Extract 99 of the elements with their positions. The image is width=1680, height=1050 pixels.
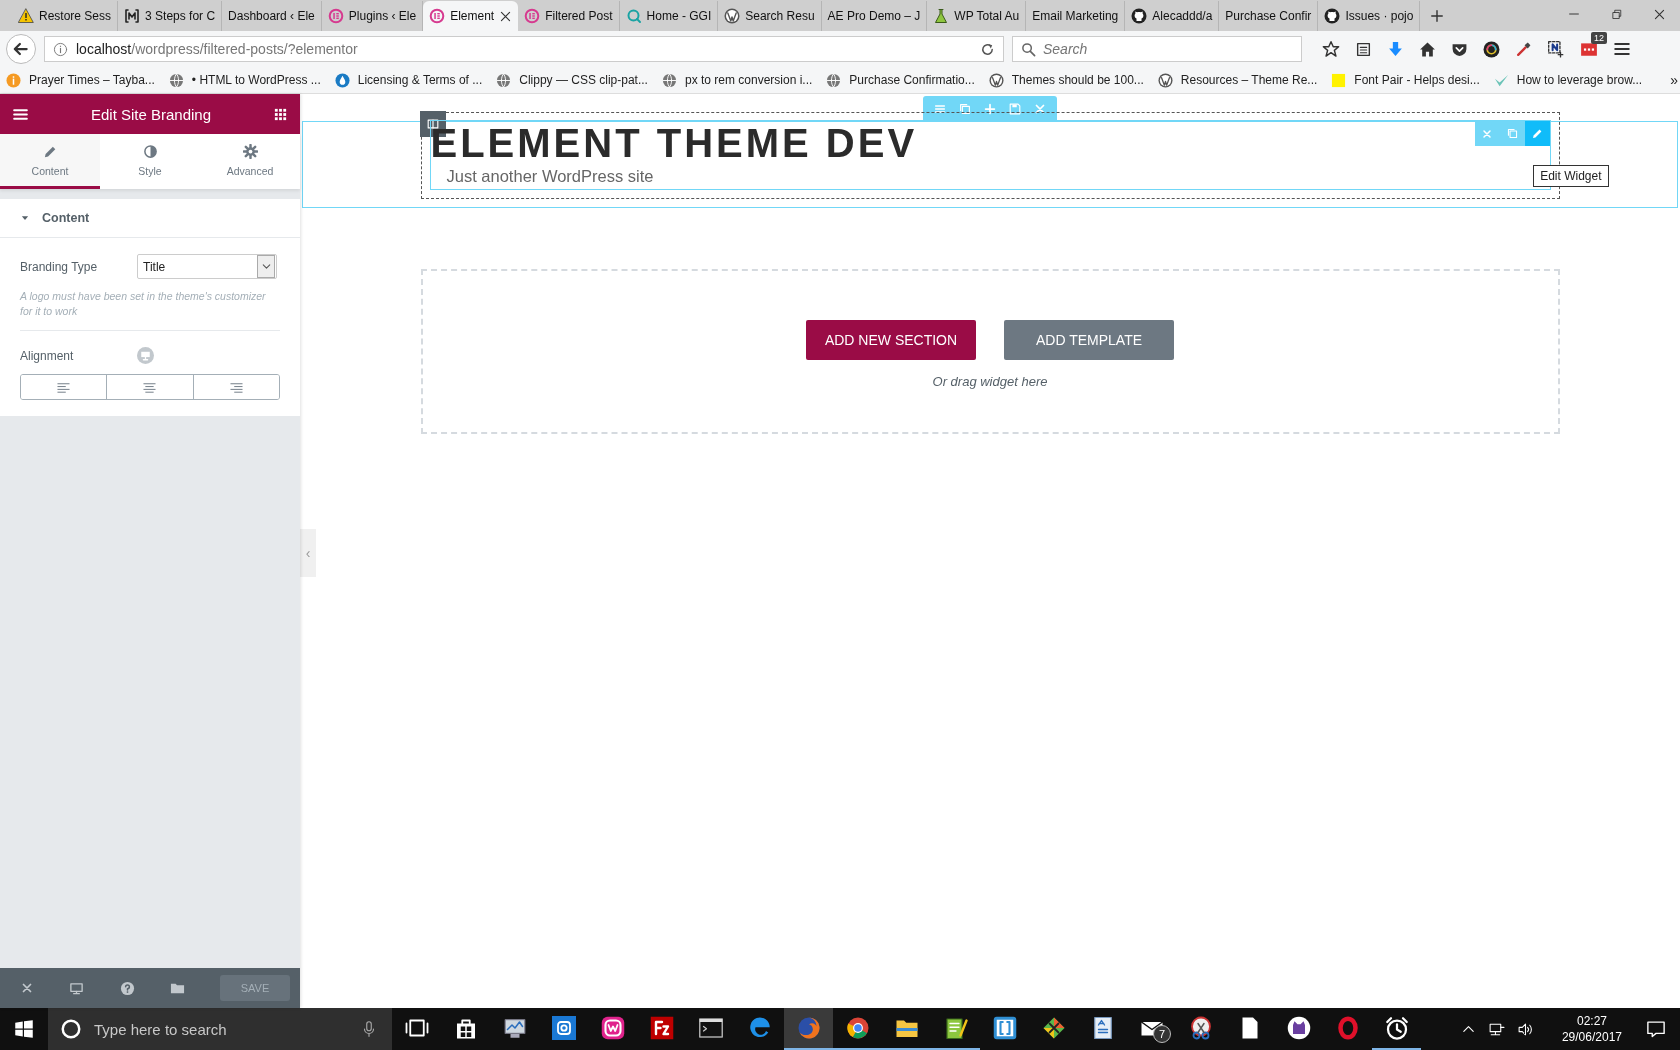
field-label: Alignment [20, 348, 75, 363]
home-icon[interactable] [1419, 40, 1436, 58]
taskbar-app[interactable]: 7 [1127, 1008, 1176, 1050]
list-icon[interactable] [1355, 40, 1372, 58]
drop-icon [334, 72, 350, 88]
fox-globe-icon [796, 1016, 821, 1040]
bracket-square-icon [992, 1016, 1017, 1040]
circle-logo-icon [724, 8, 741, 24]
help-text: A logo must have been set in the theme's customizer for it to work [20, 289, 267, 319]
diamond-icon [1041, 1016, 1066, 1040]
close-icon[interactable] [499, 9, 513, 23]
round-logo-icon [524, 8, 541, 24]
square-icon [1331, 72, 1347, 88]
chrome-logo-icon [845, 1016, 870, 1040]
branding-type-select[interactable]: Title [137, 254, 277, 279]
panel-title: Edit Site Branding [89, 105, 213, 123]
bookmark[interactable]: • HTML to WordPress ... [168, 72, 321, 88]
cat-face-icon [1286, 1016, 1311, 1040]
browser-tab[interactable]: Element [423, 1, 519, 31]
alarm-clock-icon [1384, 1016, 1409, 1040]
panel-tab[interactable]: Advanced [200, 134, 300, 189]
notepad-icon [943, 1016, 968, 1040]
taskbar-search-field[interactable]: Type here to search [48, 1008, 392, 1050]
color-wheel-icon[interactable] [1483, 40, 1500, 58]
field-label: Branding Type [20, 259, 99, 274]
cat-logo-icon [1324, 8, 1341, 24]
cat-logo-icon [1131, 8, 1148, 24]
count-badge: 7 [1153, 1025, 1171, 1043]
extension-icon[interactable] [1580, 40, 1598, 58]
star-icon[interactable] [1322, 40, 1340, 58]
monitor-app-icon [502, 1016, 527, 1040]
back-button[interactable] [6, 34, 36, 64]
clock[interactable]: 02:27 29/06/2017 [1547, 1014, 1636, 1044]
restore-icon[interactable] [1611, 8, 1623, 20]
gear-icon [242, 143, 258, 159]
bookmark[interactable]: Clippy — CSS clip-pat... [496, 72, 648, 88]
back-icon [12, 40, 30, 58]
eyedropper-icon[interactable] [1515, 40, 1532, 58]
globe-icon [168, 72, 184, 88]
contrast-icon [142, 143, 158, 159]
panel-tab[interactable]: Style [100, 134, 200, 189]
circle-logo-icon [988, 72, 1004, 88]
site-title: ELEMENT THEME DEV [430, 123, 918, 163]
volume-icon[interactable] [1516, 1020, 1534, 1038]
terminal-icon [698, 1016, 723, 1040]
round-logo-icon [327, 8, 344, 24]
scissors-icon [1188, 1016, 1213, 1040]
cortana-ring-icon [60, 1018, 82, 1040]
w-logo-icon [600, 1016, 625, 1040]
count-badge: 12 [1591, 32, 1607, 44]
bookmark[interactable]: Prayer Times – Tayba... [6, 72, 155, 88]
bookmark[interactable]: Font Pair - Helps desi... [1331, 72, 1480, 88]
fz-logo-icon [649, 1016, 674, 1040]
bookmark[interactable]: Purchase Confirmatio... [826, 72, 975, 88]
download-icon[interactable] [1387, 40, 1404, 58]
panel-tab[interactable]: Content [0, 134, 100, 189]
bookmark[interactable]: px to rem conversion i... [661, 72, 813, 88]
help-icon[interactable] [119, 980, 135, 996]
column-handle-icon [425, 117, 440, 131]
camera-app-icon [551, 1016, 576, 1040]
globe-icon [826, 72, 842, 88]
ring-icon [625, 8, 642, 24]
more-bookmarks[interactable]: » [1670, 72, 1680, 88]
url-text: localhost/wordpress/filtered-posts/?elementor [76, 41, 358, 57]
dashed-square-icon[interactable] [1547, 40, 1565, 58]
duplicate-icon[interactable] [958, 102, 972, 116]
desktop-icon[interactable] [69, 980, 85, 996]
drag-hint: Or drag widget here [932, 374, 1048, 389]
globe-icon [496, 72, 512, 88]
info-icon [53, 41, 68, 57]
round-logo-icon [429, 8, 446, 24]
globe-icon [661, 72, 677, 88]
add-template-button[interactable]: ADD TEMPLATE [1004, 320, 1174, 360]
circle-logo-icon [1157, 72, 1173, 88]
notification-icon[interactable] [1646, 1019, 1666, 1039]
bookmark[interactable]: How to leverage brow... [1493, 72, 1643, 88]
o-ring-logo-icon [1335, 1016, 1360, 1040]
bookmark[interactable]: Resources – Theme Re... [1157, 72, 1318, 88]
info-icon [6, 72, 21, 88]
menu-icon[interactable] [1613, 40, 1631, 58]
check-icon [1493, 72, 1509, 88]
plus-icon[interactable] [1430, 9, 1445, 23]
bookmark[interactable]: Licensing & Terms of ... [334, 72, 483, 88]
search-field[interactable]: Search [1012, 36, 1302, 62]
address-field[interactable]: localhost/wordpress/filtered-posts/?elementor [44, 36, 1004, 62]
grid-icon[interactable] [273, 106, 288, 122]
search-icon [1021, 42, 1036, 57]
menu-icon[interactable] [933, 102, 947, 116]
add-section-button[interactable]: ADD NEW SECTION [806, 320, 976, 360]
warning-icon [18, 8, 34, 24]
e-logo-icon [747, 1016, 772, 1040]
close-icon[interactable] [1653, 7, 1666, 21]
reload-icon[interactable] [980, 41, 995, 57]
bracket-logo-icon [124, 8, 141, 24]
save-icon[interactable] [1008, 102, 1022, 116]
tooltip: Edit Widget [1533, 165, 1609, 187]
windows-logo-icon [14, 1019, 34, 1039]
bookmark[interactable]: Themes should be 100... [988, 72, 1144, 88]
flask-icon [933, 8, 950, 24]
